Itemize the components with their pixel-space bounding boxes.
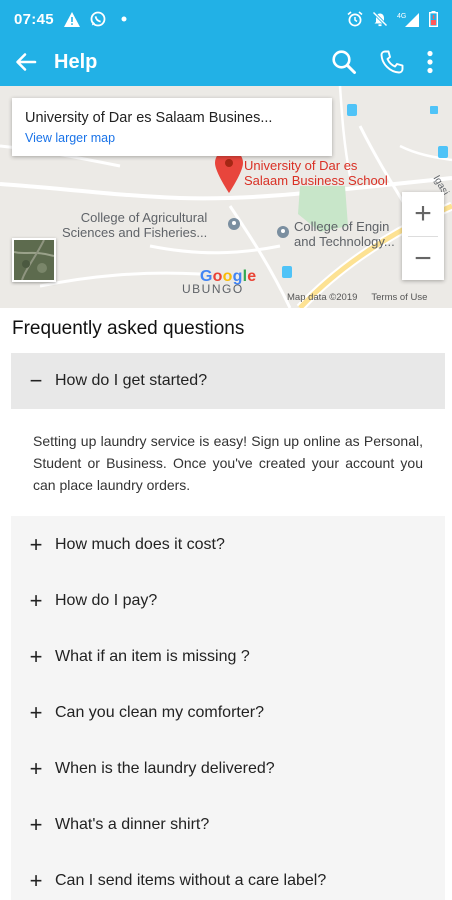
faq-item-dinner-shirt[interactable]: + What's a dinner shirt?	[11, 797, 445, 853]
faq-question: How do I get started?	[55, 372, 208, 389]
map-label-engineering: College of Engin and Technology...	[294, 219, 395, 249]
zoom-in-button[interactable]: +	[402, 192, 444, 236]
expand-icon: +	[29, 644, 43, 669]
collapse-icon: −	[29, 368, 43, 393]
satellite-toggle-button[interactable]	[12, 238, 56, 282]
more-vert-icon	[427, 50, 433, 74]
expand-icon: +	[29, 588, 43, 613]
map-pin-label: University of Dar es Salaam Business Sch…	[244, 158, 388, 188]
faq-question: Can you clean my comforter?	[55, 704, 264, 721]
whatsapp-icon	[90, 11, 106, 27]
status-right: 4G	[347, 11, 438, 27]
satellite-thumbnail-icon	[14, 240, 54, 280]
google-logo: Google	[200, 268, 257, 285]
faq-question: How do I pay?	[55, 592, 158, 609]
map-label-agriculture: College of Agricultural Sciences and Fis…	[62, 210, 207, 240]
app-bar-actions	[326, 44, 444, 80]
map-label-agriculture-line1: College of Agricultural	[80, 210, 208, 225]
faq-question: When is the laundry delivered?	[55, 760, 275, 777]
faq-heading: Frequently asked questions	[12, 318, 245, 339]
status-bar: 07:45 4G	[0, 0, 452, 38]
status-time: 07:45	[14, 10, 54, 28]
faq-item-care-label[interactable]: + Can I send items without a care label?	[11, 853, 445, 900]
map-place-title: University of Dar es Salaam Busines...	[25, 110, 273, 126]
warning-icon	[63, 11, 80, 27]
back-arrow-icon	[16, 53, 37, 71]
faq-item-missing[interactable]: + What if an item is missing ?	[11, 629, 445, 685]
terms-of-use-link[interactable]: Terms of Use	[371, 292, 427, 303]
map-label-engineering-line2: and Technology...	[294, 234, 395, 249]
faq-item-get-started[interactable]: − How do I get started?	[11, 353, 445, 409]
faq-question: What's a dinner shirt?	[55, 816, 210, 833]
view-larger-map-link[interactable]: View larger map	[25, 131, 319, 145]
faq-question: How much does it cost?	[55, 536, 225, 553]
map-pin-label-line2: Salaam Business School	[244, 173, 388, 188]
mute-icon	[372, 11, 388, 27]
expand-icon: +	[29, 700, 43, 725]
faq-question: Can I send items without a care label?	[55, 872, 327, 889]
call-button[interactable]	[374, 44, 410, 80]
app-bar: Help	[0, 38, 452, 86]
status-left: 07:45	[14, 11, 132, 28]
battery-icon	[428, 11, 438, 27]
phone-icon	[380, 50, 404, 74]
more-options-button[interactable]	[416, 44, 444, 80]
dot-icon	[116, 11, 132, 27]
expand-icon: +	[29, 756, 43, 781]
back-button[interactable]	[8, 44, 44, 80]
faq-item-comforter[interactable]: + Can you clean my comforter?	[11, 685, 445, 741]
map-attribution: Map data ©2019 Terms of Use	[287, 292, 427, 303]
search-icon	[332, 50, 356, 74]
map-pin-label-line1: University of Dar es	[244, 158, 358, 173]
expand-icon: +	[29, 532, 43, 557]
faq-item-delivery[interactable]: + When is the laundry delivered?	[11, 741, 445, 797]
expand-icon: +	[29, 868, 43, 893]
page-title: Help	[54, 50, 98, 73]
alarm-icon	[347, 11, 363, 27]
faq-answer: Setting up laundry service is easy! Sign…	[33, 433, 423, 493]
map[interactable]: University of Dar es Salaam Busines... V…	[0, 86, 452, 308]
zoom-controls: + −	[402, 192, 444, 280]
map-info-card: University of Dar es Salaam Busines... V…	[12, 98, 332, 156]
signal-icon: 4G	[397, 11, 419, 27]
faq-item-pay[interactable]: + How do I pay?	[11, 573, 445, 629]
expand-icon: +	[29, 812, 43, 837]
faq-item-cost[interactable]: + How much does it cost?	[11, 517, 445, 573]
zoom-out-button[interactable]: −	[402, 237, 444, 281]
map-label-engineering-line1: College of Engin	[294, 219, 390, 234]
map-label-agriculture-line2: Sciences and Fisheries...	[62, 225, 208, 240]
faq-question: What if an item is missing ?	[55, 648, 250, 665]
svg-text:4G: 4G	[397, 13, 406, 20]
map-data-text: Map data ©2019	[287, 292, 358, 303]
search-button[interactable]	[326, 44, 362, 80]
